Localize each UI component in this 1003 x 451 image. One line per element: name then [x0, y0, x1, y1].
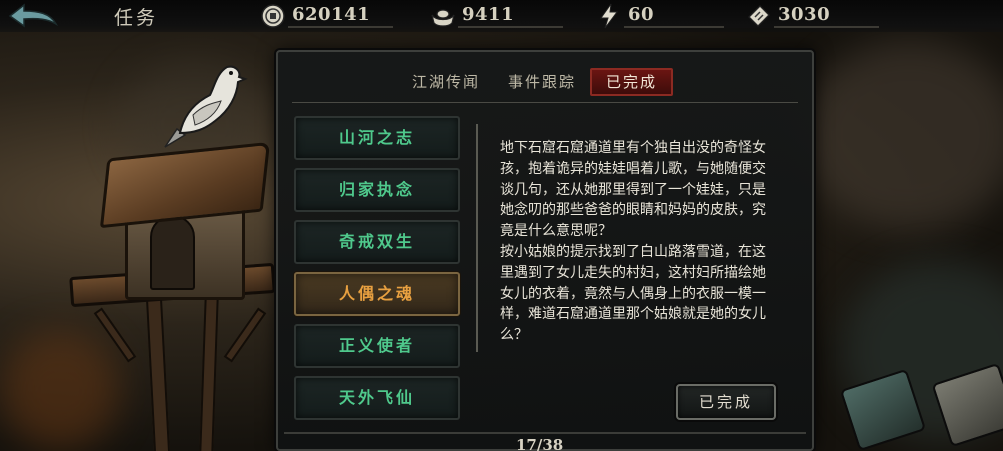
- divider: [288, 26, 393, 28]
- divider: [476, 124, 478, 352]
- ticket-value: 3030: [778, 4, 831, 25]
- birdhouse-pole: [199, 289, 219, 451]
- back-button[interactable]: [4, 2, 60, 30]
- divider: [774, 26, 879, 28]
- ingot-icon: [431, 9, 455, 27]
- chapter-label: 天外飞仙: [338, 388, 415, 407]
- lightning-icon: [600, 3, 618, 29]
- tab-rumors[interactable]: 江湖传闻: [398, 68, 494, 96]
- background-blur: [800, 40, 1003, 230]
- dove-icon: [164, 65, 248, 148]
- chapter-label: 奇戒双生: [338, 232, 415, 251]
- energy-value: 60: [628, 4, 655, 25]
- birdhouse-door: [150, 215, 195, 290]
- birdhouse-illustration: [69, 55, 300, 451]
- birdhouse-brace: [93, 307, 137, 363]
- chapter-label: 正义使者: [338, 336, 415, 355]
- chapter-label: 人偶之魂: [338, 284, 415, 303]
- divider: [284, 432, 806, 434]
- birdhouse-brace: [223, 307, 267, 363]
- completed-button[interactable]: 已完成: [676, 384, 776, 420]
- ingot-counter: 9411: [430, 2, 565, 30]
- birdhouse-pole: [145, 289, 171, 451]
- divider: [624, 26, 724, 28]
- coin-counter: 620141: [260, 2, 395, 30]
- ticket-counter: 3030: [746, 2, 881, 30]
- description-paragraph: 地下石窟石窟通道里有个独自出没的奇怪女孩，抱着诡异的娃娃唱着儿歌，与她随便交谈几…: [500, 140, 766, 240]
- divider: [292, 102, 798, 103]
- quest-description[interactable]: 地下石窟石窟通道里有个独自出没的奇怪女孩，抱着诡异的娃娃唱着儿歌，与她随便交谈几…: [500, 138, 774, 350]
- divider: [458, 26, 563, 28]
- quest-panel: 江湖传闻 事件跟踪 已完成 山河之志 归家执念 奇戒双生 人偶之魂 正义使者 天…: [276, 50, 814, 451]
- description-paragraph: 按小姑娘的提示找到了白山路落雪道，在这里遇到了女儿走失的村妇，这村妇所描绘她女儿…: [500, 243, 766, 344]
- chapter-item[interactable]: 归家执念: [294, 168, 460, 212]
- page-title: 任务: [114, 7, 159, 29]
- chapter-item[interactable]: 山河之志: [294, 116, 460, 160]
- chapter-item[interactable]: 天外飞仙: [294, 376, 460, 420]
- energy-counter: 60: [596, 2, 726, 30]
- back-arrow-icon: [8, 3, 59, 28]
- ingot-value: 9411: [462, 4, 515, 25]
- tab-completed[interactable]: 已完成: [590, 68, 674, 96]
- chapter-item[interactable]: 正义使者: [294, 324, 460, 368]
- coin-icon: [261, 4, 285, 28]
- chapter-item[interactable]: 奇戒双生: [294, 220, 460, 264]
- page-counter: 17/38: [516, 436, 564, 451]
- chapter-label: 归家执念: [338, 180, 415, 199]
- coin-value: 620141: [292, 4, 371, 25]
- chapter-item-selected[interactable]: 人偶之魂: [294, 272, 460, 316]
- tab-tracking[interactable]: 事件跟踪: [494, 68, 590, 96]
- chapter-label: 山河之志: [338, 128, 415, 147]
- ticket-icon: [748, 5, 770, 27]
- chapter-list: 山河之志 归家执念 奇戒双生 人偶之魂 正义使者 天外飞仙: [294, 116, 462, 428]
- quest-tabs: 江湖传闻 事件跟踪 已完成: [398, 68, 674, 96]
- top-bar: 任务 620141 9411 60 3030: [0, 0, 1003, 32]
